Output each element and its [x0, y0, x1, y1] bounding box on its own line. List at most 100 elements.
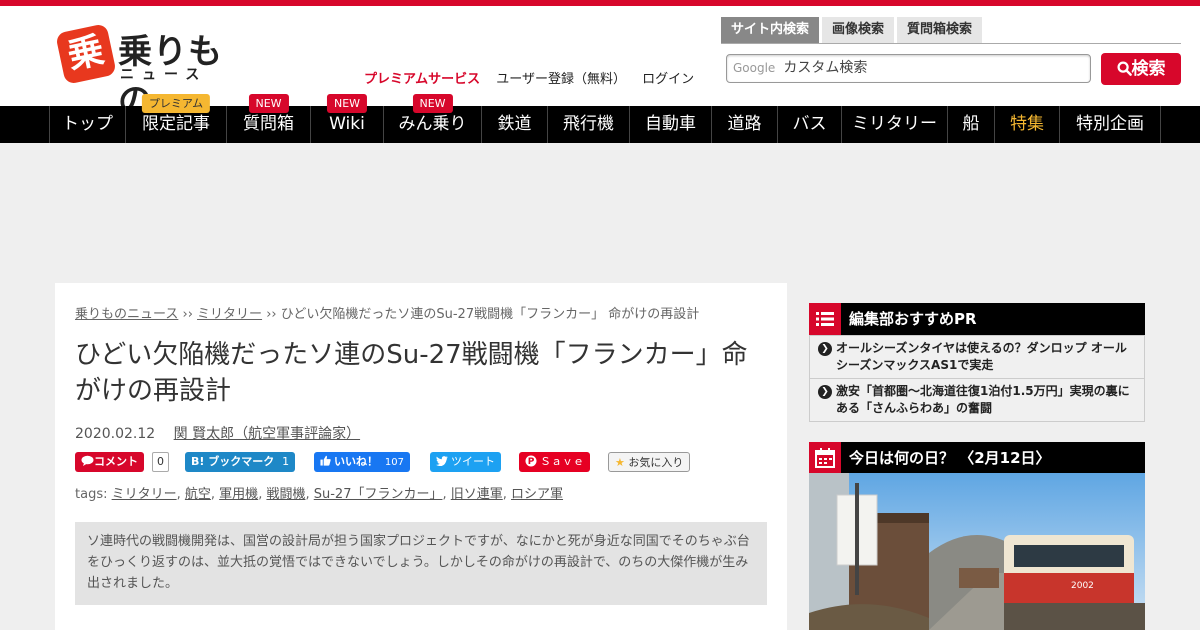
nav-label: トップ	[62, 114, 113, 134]
nav-label: 船	[962, 114, 980, 134]
today-photo[interactable]: 2002	[809, 473, 1145, 630]
tag-link[interactable]: Su-27「フランカー」	[314, 487, 443, 502]
comment-label: コメント	[94, 455, 138, 468]
hatena-bookmark-button[interactable]: B! ブックマーク 1	[185, 452, 296, 472]
nav-item-railway[interactable]: 鉄道	[482, 106, 548, 143]
login-link[interactable]: ログイン	[642, 72, 694, 87]
search-button-label: 検索	[1131, 59, 1166, 79]
nav-item-wiki[interactable]: NEW Wiki	[311, 94, 384, 143]
site-logo[interactable]: 乗 乗りもの ニュース	[55, 23, 233, 121]
pr-section-header: 編集部おすすめPR	[809, 303, 1145, 335]
tags-label: tags:	[75, 487, 108, 502]
tag-link[interactable]: 航空	[185, 487, 211, 502]
pinterest-icon: P	[525, 455, 537, 467]
nav-label: 道路	[727, 114, 762, 134]
tag-link[interactable]: ミリタリー	[112, 487, 177, 502]
facebook-like-button[interactable]: いいね！ 107	[314, 452, 410, 472]
tweet-button[interactable]: ツイート	[430, 452, 501, 472]
article-panel: 乗りものニュース ›› ミリタリー ›› ひどい欠陥機だったソ連のSu-27戦闘…	[55, 283, 787, 630]
list-item[interactable]: ❯ 激安「首都圏～北海道往復1泊付1.5万円」実現の裏にある「さんふらわあ」の奮…	[810, 379, 1144, 421]
premium-service-link[interactable]: プレミアムサービス	[364, 72, 480, 87]
tag-link[interactable]: 軍用機	[219, 487, 258, 502]
tab-site-search[interactable]: サイト内検索	[721, 17, 820, 43]
tab-question-search[interactable]: 質問箱検索	[897, 17, 983, 43]
article-meta: 2020.02.12 関 賢太郎（航空軍事評論家）	[75, 423, 360, 443]
nav-label: ミリタリー	[852, 114, 937, 134]
header-links: プレミアムサービス ユーザー登録（無料） ログイン	[364, 68, 706, 87]
article-date: 2020.02.12	[75, 426, 156, 442]
today-section-header: 今日は何の日？ 〈2月12日〉	[809, 442, 1145, 474]
calendar-icon	[809, 442, 841, 474]
article-tags: tags: ミリタリー, 航空, 軍用機, 戦闘機, Su-27「フランカー」,…	[75, 487, 564, 502]
like-count: 107	[384, 457, 404, 468]
breadcrumb: 乗りものニュース ›› ミリタリー ›› ひどい欠陥機だったソ連のSu-27戦闘…	[75, 303, 699, 322]
article-lead: ソ連時代の戦闘機開発は、国営の設計局が担う国家プロジェクトですが、なにかと死が身…	[75, 522, 767, 605]
breadcrumb-separator: ››	[182, 307, 193, 322]
article-title: ひどい欠陥機だったソ連のSu-27戦闘機「フランカー」命がけの再設計	[75, 340, 748, 406]
search-button[interactable]: 検索	[1101, 53, 1181, 85]
new-badge: NEW	[326, 94, 368, 113]
pr-list: ❯ オールシーズンタイヤは使えるの？ダンロップ オールシーズンマックスAS1で実…	[809, 335, 1145, 422]
comment-bubble-icon	[81, 455, 94, 466]
search-input[interactable]: Google カスタム検索	[726, 54, 1091, 83]
tag-link[interactable]: ロシア軍	[511, 487, 563, 502]
search-icon	[1116, 61, 1132, 76]
comment-button[interactable]: コメント	[75, 452, 144, 472]
favorite-button[interactable]: ★ お気に入り	[608, 452, 691, 472]
nav-label: 鉄道	[497, 114, 532, 134]
nav-item-ship[interactable]: 船	[948, 106, 995, 143]
logo-sub-text: ニュース	[120, 67, 208, 83]
list-item[interactable]: ❯ オールシーズンタイヤは使えるの？ダンロップ オールシーズンマックスAS1で実…	[810, 336, 1144, 379]
nav-item-bus[interactable]: バス	[778, 106, 842, 143]
logo-badge-icon: 乗	[55, 23, 117, 85]
nav-label: バス	[792, 114, 827, 134]
new-badge: NEW	[412, 94, 453, 113]
today-section-title: 今日は何の日？ 〈2月12日〉	[849, 449, 1051, 467]
nav-item-airplane[interactable]: 飛行機	[548, 106, 630, 143]
search-divider	[721, 43, 1181, 44]
nav-item-limited[interactable]: プレミアム 限定記事	[126, 94, 227, 143]
tag-link[interactable]: 戦闘機	[266, 487, 305, 502]
nav-item-car[interactable]: 自動車	[630, 106, 712, 143]
google-label: Google	[733, 61, 776, 75]
save-label: Ｓａｖｅ	[540, 455, 584, 468]
breadcrumb-home[interactable]: 乗りものニュース	[75, 307, 178, 322]
nav-label: 限定記事	[142, 114, 210, 134]
pinterest-save-button[interactable]: P Ｓａｖｅ	[519, 452, 590, 472]
nav-label: 質問箱	[243, 114, 294, 134]
comment-count: 0	[152, 452, 169, 472]
nav-label: みん乗り	[398, 114, 467, 134]
hatena-count: 1	[282, 455, 290, 468]
pr-section-title: 編集部おすすめPR	[849, 310, 977, 328]
hatena-label: B! ブックマーク	[191, 455, 275, 468]
nav-item-road[interactable]: 道路	[712, 106, 778, 143]
like-label: いいね！	[334, 455, 378, 468]
nav-items: トップ プレミアム 限定記事 NEW 質問箱 NEW Wiki NEW みん乗り 鉄道 …	[49, 94, 1161, 143]
nav-label: 飛行機	[563, 114, 614, 134]
new-badge: NEW	[248, 94, 289, 113]
article-author[interactable]: 関 賢太郎（航空軍事評論家）	[174, 426, 360, 442]
nav-item-special-project[interactable]: 特別企画	[1060, 106, 1161, 143]
search-placeholder: カスタム検索	[783, 60, 868, 76]
tag-link[interactable]: 旧ソ連軍	[451, 487, 503, 502]
nav-item-minnori[interactable]: NEW みん乗り	[384, 94, 482, 143]
premium-badge: プレミアム	[141, 94, 211, 113]
breadcrumb-category[interactable]: ミリタリー	[197, 307, 262, 322]
breadcrumb-separator: ››	[266, 307, 277, 322]
nav-item-questions[interactable]: NEW 質問箱	[227, 94, 311, 143]
list-icon	[809, 303, 841, 335]
chevron-right-icon: ❯	[818, 342, 832, 356]
thumbs-up-icon	[320, 455, 331, 466]
register-link[interactable]: ユーザー登録（無料）	[496, 72, 626, 87]
breadcrumb-current: ひどい欠陥機だったソ連のSu-27戦闘機「フランカー」 命がけの再設計	[280, 307, 700, 322]
nav-label: 特別企画	[1076, 114, 1144, 134]
nav-item-feature[interactable]: 特集	[995, 106, 1060, 143]
tab-image-search[interactable]: 画像検索	[822, 17, 895, 43]
twitter-bird-icon	[436, 456, 448, 467]
pr-item-text: 激安「首都圏～北海道往復1泊付1.5万円」実現の裏にある「さんふらわあ」の奮闘	[836, 384, 1130, 415]
nav-item-military[interactable]: ミリタリー	[842, 106, 948, 143]
tweet-label: ツイート	[451, 455, 495, 468]
favorite-label: お気に入り	[628, 456, 684, 469]
nav-item-top[interactable]: トップ	[50, 106, 126, 143]
nav-label: 自動車	[645, 114, 696, 134]
